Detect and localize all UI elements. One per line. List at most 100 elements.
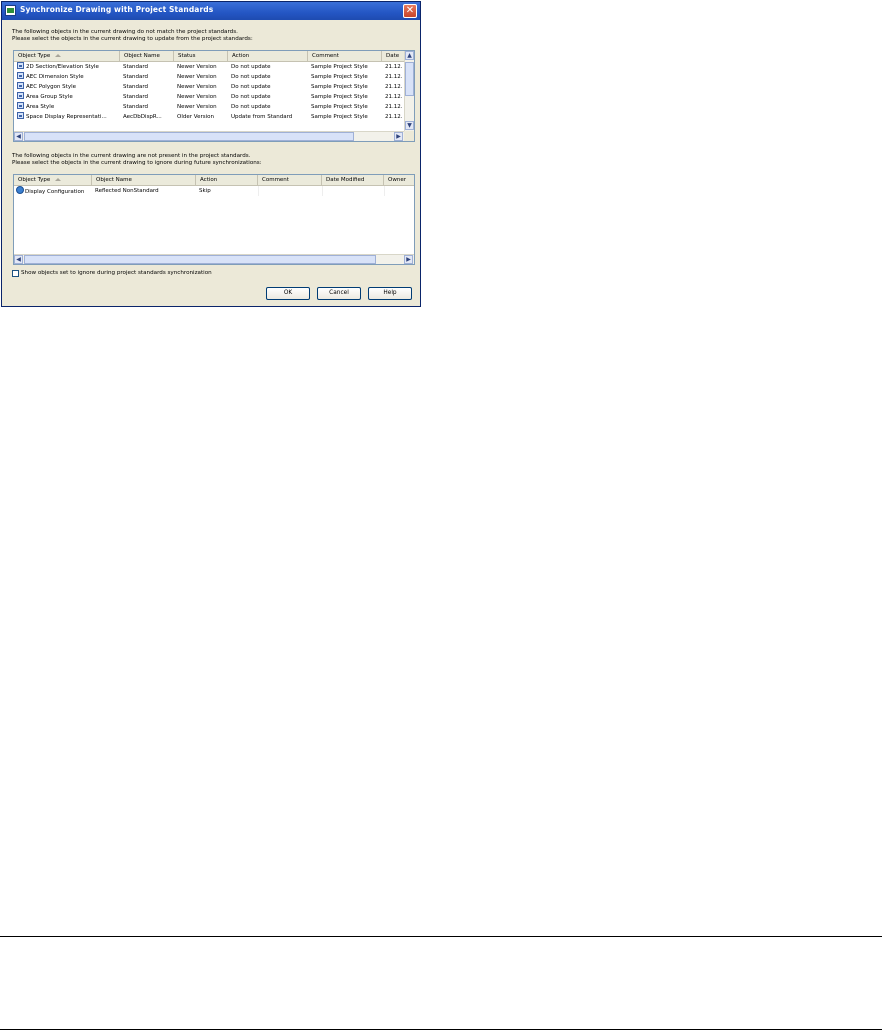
cell-object-name: Standard [123, 84, 149, 90]
table-row[interactable]: Area Group Style Standard Newer Version … [14, 92, 406, 102]
col-header-object-type[interactable]: Object Type [14, 51, 120, 61]
display-configuration-icon [16, 186, 24, 194]
sync-standards-dialog: Synchronize Drawing with Project Standar… [1, 1, 421, 307]
missing-table-header: Object Type Object Name Action Comment D… [14, 175, 414, 186]
style-icon [17, 72, 24, 79]
close-button[interactable]: ✕ [403, 4, 417, 18]
cell-comment: Sample Project Style [311, 74, 368, 80]
mismatch-objects-table[interactable]: Object Type Object Name Status Action Co… [13, 50, 415, 142]
cell-comment: Sample Project Style [311, 94, 368, 100]
cell-action[interactable]: Skip [196, 186, 258, 196]
cell-object-name: Reflected NonStandard [95, 188, 159, 194]
horizontal-scrollbar[interactable]: ◀ ▶ [14, 131, 404, 141]
col-header-owner[interactable]: Owner [384, 175, 414, 185]
table-row[interactable]: AEC Dimension Style Standard Newer Versi… [14, 72, 406, 82]
section1-instruction-line2: Please select the objects in the current… [12, 36, 253, 43]
scroll-thumb[interactable] [405, 62, 414, 96]
scroll-left-icon[interactable]: ◀ [14, 132, 23, 141]
cancel-button[interactable]: Cancel [317, 287, 361, 300]
col-header-date-modified[interactable]: Date Modified [322, 175, 384, 185]
section1-instructions: The following objects in the current dra… [12, 29, 253, 43]
ok-button[interactable]: OK [266, 287, 310, 300]
cell-object-type: Area Style [26, 104, 55, 110]
table-row[interactable]: 2D Section/Elevation Style Standard Newe… [14, 62, 406, 72]
cell-status: Older Version [177, 114, 214, 120]
missing-objects-table[interactable]: Object Type Object Name Action Comment D… [13, 174, 415, 265]
table-row[interactable]: Display Configuration Reflected NonStand… [14, 186, 414, 196]
cell-action[interactable]: Do not update [228, 102, 308, 112]
style-icon [17, 102, 24, 109]
vertical-scrollbar[interactable]: ▲ ▼ [404, 51, 414, 131]
cell-date: 21.12. [385, 84, 403, 90]
cell-object-type: 2D Section/Elevation Style [26, 64, 99, 70]
style-icon [17, 82, 24, 89]
section2-instruction-line2: Please select the objects in the current… [12, 160, 262, 167]
scroll-up-icon[interactable]: ▲ [405, 51, 414, 60]
col-header-object-name[interactable]: Object Name [120, 51, 174, 61]
style-icon [17, 92, 24, 99]
cell-action[interactable]: Do not update [228, 62, 308, 72]
col-header-comment[interactable]: Comment [308, 51, 382, 61]
cell-date: 21.12. [385, 104, 403, 110]
col-header-action[interactable]: Action [196, 175, 258, 185]
col-header-comment[interactable]: Comment [258, 175, 322, 185]
show-ignored-option[interactable]: Show objects set to ignore during projec… [12, 269, 212, 277]
mismatch-table-body: 2D Section/Elevation Style Standard Newe… [14, 62, 406, 122]
cell-object-name: Standard [123, 104, 149, 110]
table-row[interactable]: AEC Polygon Style Standard Newer Version… [14, 82, 406, 92]
table-row[interactable]: Space Display Representati... AecDbDispR… [14, 112, 406, 122]
style-icon [17, 62, 24, 69]
cell-object-type: Display Configuration [25, 189, 85, 195]
title-bar[interactable]: Synchronize Drawing with Project Standar… [2, 2, 420, 20]
col-header-action[interactable]: Action [228, 51, 308, 61]
col-header-object-name[interactable]: Object Name [92, 175, 196, 185]
cell-object-type: Space Display Representati... [26, 114, 107, 120]
scrollbar-corner [404, 131, 414, 141]
cell-status: Newer Version [177, 84, 217, 90]
cell-status: Newer Version [177, 94, 217, 100]
dialog-title: Synchronize Drawing with Project Standar… [20, 5, 214, 14]
col-header-status[interactable]: Status [174, 51, 228, 61]
scroll-thumb[interactable] [24, 255, 376, 264]
cell-date: 21.12. [385, 74, 403, 80]
cell-object-type: AEC Polygon Style [26, 84, 76, 90]
missing-table-body: Display Configuration Reflected NonStand… [14, 186, 414, 196]
scroll-right-icon[interactable]: ▶ [404, 255, 413, 264]
cell-date: 21.12. [385, 114, 403, 120]
cell-object-type: AEC Dimension Style [26, 74, 84, 80]
cell-object-name: Standard [123, 64, 149, 70]
col-header-object-type[interactable]: Object Type [14, 175, 92, 185]
cell-action[interactable]: Do not update [228, 92, 308, 102]
cell-action[interactable]: Update from Standard [228, 112, 308, 122]
col-header-date[interactable]: Date [382, 51, 406, 61]
cell-owner [384, 186, 414, 196]
sort-ascending-icon [55, 178, 62, 181]
horizontal-scrollbar[interactable]: ◀ ▶ [14, 254, 414, 264]
cell-date-modified [322, 186, 384, 196]
help-button[interactable]: Help [368, 287, 412, 300]
cell-comment: Sample Project Style [311, 104, 368, 110]
app-icon [5, 5, 16, 16]
section1-instruction-line1: The following objects in the current dra… [12, 29, 238, 35]
cell-comment: Sample Project Style [311, 84, 368, 90]
style-icon [17, 112, 24, 119]
show-ignored-checkbox[interactable] [12, 269, 19, 277]
cell-status: Newer Version [177, 104, 217, 110]
cell-object-name: Standard [123, 74, 149, 80]
cell-object-name: Standard [123, 94, 149, 100]
scroll-thumb[interactable] [24, 132, 354, 141]
scroll-right-icon[interactable]: ▶ [394, 132, 403, 141]
cell-date: 21.12. [385, 64, 403, 70]
cell-comment: Sample Project Style [311, 64, 368, 70]
scroll-left-icon[interactable]: ◀ [14, 255, 23, 264]
page-divider-top [0, 936, 882, 937]
cell-action[interactable]: Do not update [228, 72, 308, 82]
cell-status: Newer Version [177, 64, 217, 70]
table-row[interactable]: Area Style Standard Newer Version Do not… [14, 102, 406, 112]
cell-action[interactable]: Do not update [228, 82, 308, 92]
cell-date: 21.12. [385, 94, 403, 100]
cell-comment [258, 186, 322, 196]
scroll-down-icon[interactable]: ▼ [405, 121, 414, 130]
cell-status: Newer Version [177, 74, 217, 80]
show-ignored-label: Show objects set to ignore during projec… [21, 270, 212, 276]
